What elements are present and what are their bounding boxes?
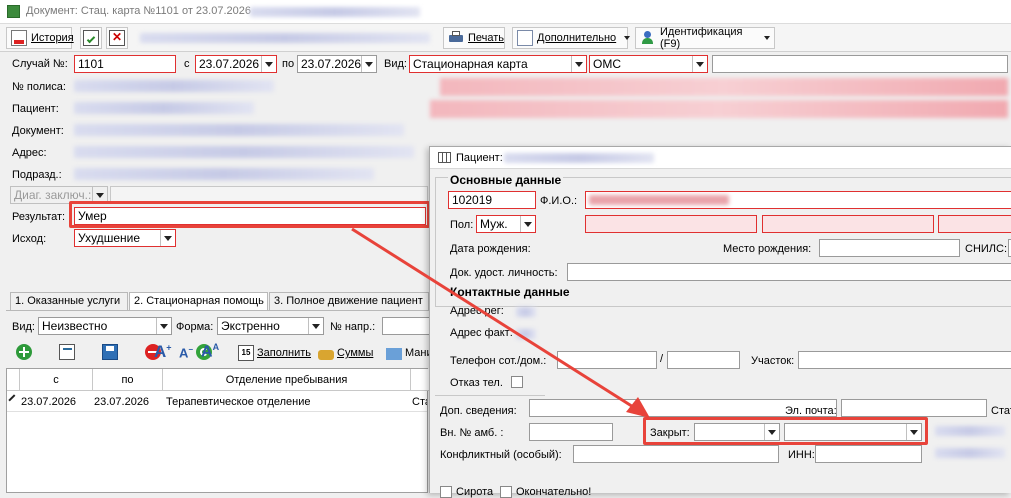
arrow-head <box>626 397 650 418</box>
arrow-line <box>351 227 639 412</box>
annotation-arrow <box>351 227 650 418</box>
